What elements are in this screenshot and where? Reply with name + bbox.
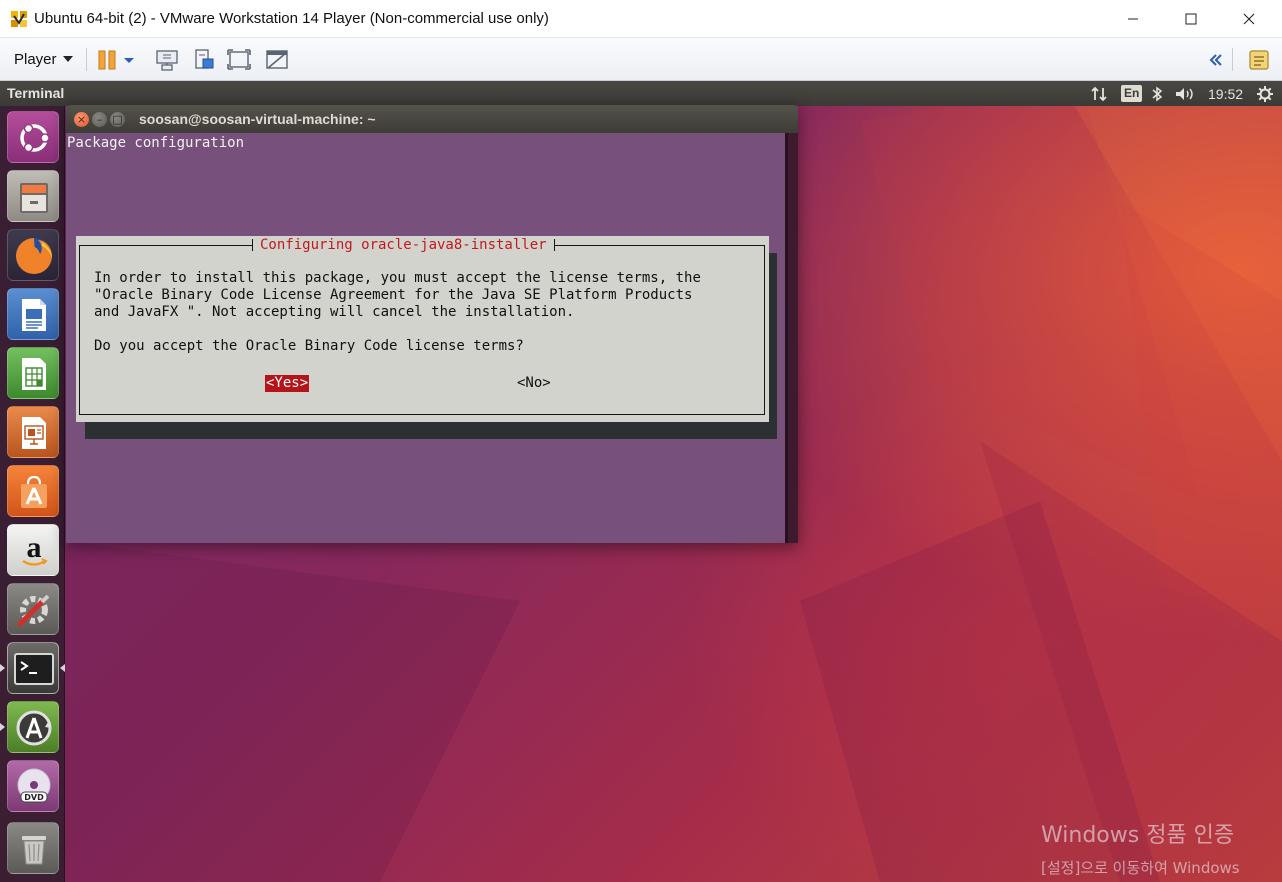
ubuntu-top-panel: Terminal En 19:52 bbox=[0, 81, 1282, 106]
terminal-scrollbar-edge bbox=[785, 133, 788, 543]
ubuntu-logo-icon bbox=[8, 112, 60, 164]
toolbar-separator bbox=[86, 48, 87, 71]
terminal-titlebar[interactable]: × – □ soosan@soosan-virtual-machine: ~ bbox=[66, 105, 798, 133]
focused-indicator bbox=[60, 664, 65, 672]
launcher-item-ubuntu-software[interactable] bbox=[7, 465, 59, 517]
svg-text:a: a bbox=[27, 531, 42, 564]
watermark-subtitle: [설정]으로 이동하여 Windows bbox=[1041, 859, 1240, 877]
fullscreen-icon[interactable] bbox=[226, 47, 252, 73]
minimize-icon bbox=[1127, 10, 1139, 29]
launcher-item-amazon[interactable]: a bbox=[7, 524, 59, 576]
keyboard-layout-indicator[interactable]: En bbox=[1121, 81, 1143, 106]
license-dialog: Configuring oracle-java8-installer In or… bbox=[76, 236, 769, 422]
vm-library-icon[interactable] bbox=[1246, 47, 1272, 73]
amazon-icon: a bbox=[8, 525, 60, 577]
vmware-toolbar: Player bbox=[0, 38, 1282, 81]
dialog-question: Do you accept the Oracle Binary Code lic… bbox=[94, 338, 524, 354]
launcher-item-files[interactable] bbox=[7, 170, 59, 222]
system-gear-icon[interactable] bbox=[1256, 81, 1274, 106]
launcher-item-trash[interactable] bbox=[7, 822, 59, 874]
launcher-item-system-settings[interactable] bbox=[7, 583, 59, 635]
launcher-item-libreoffice-writer[interactable] bbox=[7, 288, 59, 340]
keyboard-layout-label: En bbox=[1121, 85, 1143, 102]
impress-icon bbox=[8, 407, 60, 459]
writer-icon bbox=[8, 289, 60, 341]
software-center-icon bbox=[8, 466, 60, 518]
terminal-maximize-icon[interactable]: □ bbox=[110, 112, 125, 127]
no-button[interactable]: <No> bbox=[517, 375, 551, 392]
close-icon bbox=[1243, 10, 1255, 29]
network-icon[interactable] bbox=[1090, 81, 1108, 106]
updater-icon bbox=[8, 702, 60, 754]
vmware-player-icon bbox=[10, 10, 28, 28]
windows-activation-watermark: Windows 정품 인증 [설정]으로 이동하여 Windows bbox=[1041, 817, 1240, 878]
launcher-item-software-updater[interactable] bbox=[7, 701, 59, 753]
chevron-down-icon bbox=[62, 56, 73, 62]
launcher-item-libreoffice-calc[interactable] bbox=[7, 347, 59, 399]
package-configuration-heading: Package configuration bbox=[67, 135, 245, 151]
clock[interactable]: 19:52 bbox=[1208, 81, 1243, 106]
settings-tools-icon bbox=[8, 584, 60, 636]
dialog-text-line: In order to install this package, you mu… bbox=[94, 270, 701, 286]
terminal-title: soosan@soosan-virtual-machine: ~ bbox=[139, 111, 376, 127]
dialog-text-line: and JavaFX ". Not accepting will cancel … bbox=[94, 304, 575, 320]
pause-icon[interactable] bbox=[95, 47, 121, 73]
player-menu-button[interactable]: Player bbox=[6, 45, 81, 73]
collapse-toolbar-icon[interactable] bbox=[1206, 47, 1226, 73]
calc-icon bbox=[8, 348, 60, 400]
unity-launcher: a DVD bbox=[0, 106, 65, 882]
watermark-title: Windows 정품 인증 bbox=[1041, 823, 1235, 848]
host-window-titlebar: Ubuntu 64-bit (2) - VMware Workstation 1… bbox=[0, 0, 1282, 38]
file-cabinet-icon bbox=[8, 171, 60, 223]
player-menu-label: Player bbox=[14, 50, 57, 68]
terminal-icon bbox=[8, 643, 60, 695]
dialog-title: Configuring oracle-java8-installer bbox=[252, 236, 555, 254]
launcher-item-libreoffice-impress[interactable] bbox=[7, 406, 59, 458]
terminal-close-icon[interactable]: × bbox=[74, 112, 89, 127]
send-ctrl-alt-del-icon[interactable] bbox=[154, 47, 180, 73]
trash-icon bbox=[8, 823, 60, 875]
running-indicator bbox=[0, 664, 5, 672]
removable-devices-icon[interactable] bbox=[191, 47, 217, 73]
launcher-item-ubuntu-dash[interactable] bbox=[7, 111, 59, 163]
volume-icon[interactable] bbox=[1174, 81, 1196, 106]
dialog-text-line: "Oracle Binary Code License Agreement fo… bbox=[94, 287, 693, 303]
ubuntu-desktop: Terminal En 19:52 a DVD × – □ soosan@soo… bbox=[0, 81, 1282, 882]
maximize-button[interactable] bbox=[1162, 0, 1220, 38]
terminal-content[interactable]: Package configuration Configuring oracle… bbox=[66, 133, 798, 543]
unity-icon[interactable] bbox=[264, 47, 290, 73]
svg-text:DVD: DVD bbox=[24, 793, 44, 802]
launcher-item-terminal[interactable] bbox=[7, 642, 59, 694]
launcher-item-dvd[interactable]: DVD bbox=[7, 760, 59, 812]
firefox-icon bbox=[8, 230, 60, 282]
maximize-icon bbox=[1185, 10, 1197, 29]
running-indicator bbox=[0, 723, 5, 731]
yes-button[interactable]: <Yes> bbox=[265, 375, 310, 392]
launcher-item-firefox[interactable] bbox=[7, 229, 59, 281]
terminal-minimize-icon[interactable]: – bbox=[92, 112, 107, 127]
panel-app-title: Terminal bbox=[7, 85, 65, 101]
dvd-icon: DVD bbox=[8, 761, 60, 813]
close-button[interactable] bbox=[1220, 0, 1278, 38]
terminal-window[interactable]: × – □ soosan@soosan-virtual-machine: ~ P… bbox=[66, 105, 798, 543]
minimize-button[interactable] bbox=[1104, 0, 1162, 38]
toolbar-separator bbox=[1232, 48, 1233, 71]
bluetooth-icon[interactable] bbox=[1151, 81, 1163, 106]
host-window-title: Ubuntu 64-bit (2) - VMware Workstation 1… bbox=[34, 10, 549, 27]
pause-dropdown-icon[interactable] bbox=[122, 47, 136, 73]
